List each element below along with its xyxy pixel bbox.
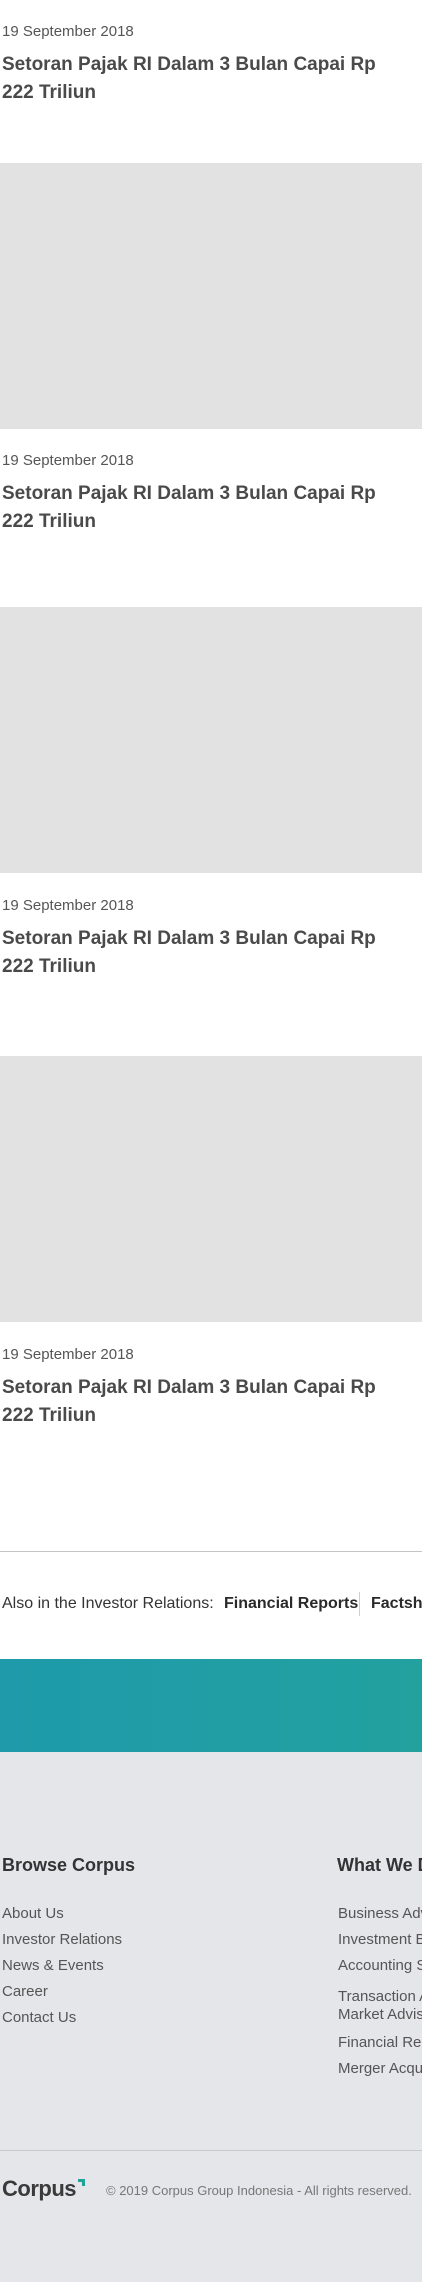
footer-link-career[interactable]: Career (2, 1983, 48, 2001)
footer-divider (0, 2150, 422, 2151)
site-footer: Browse Corpus About Us Investor Relation… (0, 1752, 422, 2282)
financial-reports-link[interactable]: Financial Reports (224, 1592, 358, 1616)
article-date: 19 September 2018 (2, 452, 134, 469)
footer-link-transaction-advisory[interactable]: Transaction Advisory & Capital (338, 1988, 422, 2006)
footer-link-investment-banking[interactable]: Investment Banking (338, 1931, 422, 1949)
logo-corner-icon (78, 2179, 85, 2186)
article-image[interactable] (0, 1056, 422, 1322)
footer-link-merger-acquisition[interactable]: Merger Acquisition (338, 2060, 422, 2078)
cta-banner (0, 1659, 422, 1752)
investor-relations-bar: Also in the Investor Relations: Financia… (0, 1592, 422, 1616)
link-separator (359, 1592, 360, 1616)
article-title[interactable]: Setoran Pajak RI Dalam 3 Bulan Capai Rp … (2, 480, 402, 536)
footer-link-market-advisory[interactable]: Market Advisory (338, 2006, 422, 2024)
footer-link-news-events[interactable]: News & Events (2, 1957, 104, 1975)
footer-link-about-us[interactable]: About Us (2, 1905, 64, 1923)
footer-link-contact-us[interactable]: Contact Us (2, 2009, 76, 2027)
article-image[interactable] (0, 607, 422, 873)
footer-link-business-advisory[interactable]: Business Advisory (338, 1905, 422, 1923)
footer-link-investor-relations[interactable]: Investor Relations (2, 1931, 122, 1949)
article-date: 19 September 2018 (2, 1346, 134, 1363)
article-image[interactable] (0, 163, 422, 429)
browse-corpus-heading: Browse Corpus (2, 1855, 136, 1875)
article-title[interactable]: Setoran Pajak RI Dalam 3 Bulan Capai Rp … (2, 925, 402, 981)
investor-relations-label: Also in the Investor Relations: (2, 1595, 214, 1612)
footer-link-financial-reporting[interactable]: Financial Reporting (338, 2034, 422, 2052)
article-date: 19 September 2018 (2, 897, 134, 914)
footer-link-accounting-services[interactable]: Accounting Services (338, 1957, 422, 1975)
article-title[interactable]: Setoran Pajak RI Dalam 3 Bulan Capai Rp … (2, 51, 402, 107)
what-we-do-heading: What We Do (337, 1855, 422, 1875)
factsheet-link[interactable]: Factsheet (371, 1592, 422, 1616)
corpus-logo[interactable]: Corpus (2, 2176, 77, 2202)
article-date: 19 September 2018 (2, 23, 134, 40)
article-title[interactable]: Setoran Pajak RI Dalam 3 Bulan Capai Rp … (2, 1374, 402, 1430)
section-divider (0, 1551, 422, 1552)
copyright-text: © 2019 Corpus Group Indonesia - All righ… (106, 2183, 412, 2198)
